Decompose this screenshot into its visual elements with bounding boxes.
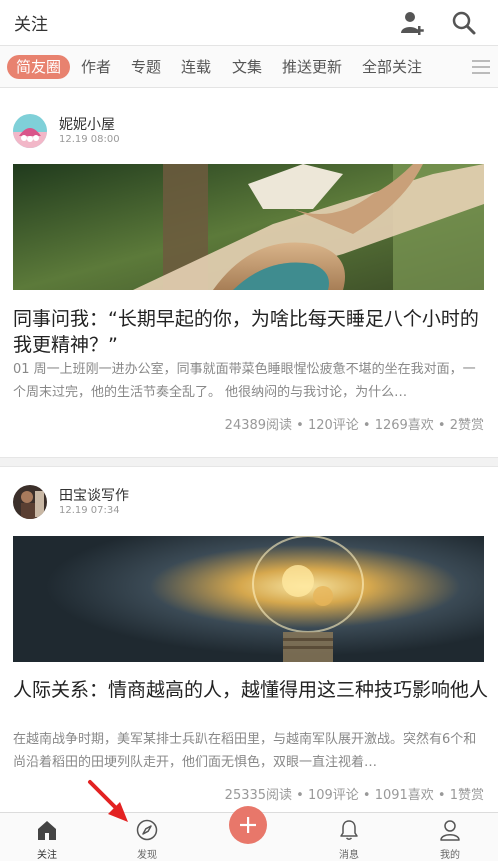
post-time: 12.19 08:00 — [59, 134, 120, 145]
avatar[interactable] — [13, 114, 47, 148]
nav-messages[interactable]: 消息 — [314, 813, 384, 861]
tab-push-updates[interactable]: 推送更新 — [282, 55, 342, 79]
tab-authors[interactable]: 作者 — [81, 55, 111, 79]
compass-icon — [136, 819, 158, 841]
home-icon — [38, 821, 56, 840]
page-title: 关注 — [14, 15, 48, 35]
annotation-arrow-icon — [88, 780, 128, 822]
write-button[interactable] — [229, 806, 267, 844]
card-divider — [0, 457, 498, 467]
nav-label: 关注 — [37, 850, 57, 861]
author-name[interactable]: 妮妮小屋 — [59, 114, 115, 134]
nav-label: 发现 — [137, 850, 157, 861]
feed-card[interactable]: 田宝谈写作 12.19 07:34 人际关系：情商越高的人，越懂得用这三种技巧影… — [0, 467, 498, 812]
search-icon — [452, 11, 476, 35]
nav-profile[interactable]: 我的 — [415, 813, 485, 861]
post-title[interactable]: 同事问我：“长期早起的你，为啥比每天睡足八个小时的我更精神？” — [13, 306, 488, 358]
nav-label: 我的 — [440, 850, 460, 861]
top-bar: 关注 — [0, 0, 498, 46]
feed-card[interactable]: 妮妮小屋 12.19 08:00 同事问我：“长期早起的你，为啥比每天睡足八个小… — [0, 89, 498, 457]
search-button[interactable] — [447, 6, 481, 40]
tab-all-following[interactable]: 全部关注 — [362, 55, 422, 79]
post-stats: 25335阅读 • 109评论 • 1091喜欢 • 1赞赏 — [224, 788, 484, 803]
post-time: 12.19 07:34 — [59, 505, 120, 516]
plus-icon — [240, 817, 256, 833]
person-icon — [440, 820, 460, 841]
bell-icon — [340, 820, 358, 840]
add-user-icon — [401, 12, 424, 35]
post-excerpt[interactable]: 在越南战争时期，美军某排士兵趴在稻田里，与越南军队展开激战。突然有6个和尚沿着稻… — [13, 728, 487, 774]
menu-icon[interactable] — [472, 59, 490, 75]
add-friend-button[interactable] — [396, 6, 430, 40]
post-title[interactable]: 人际关系：情商越高的人，越懂得用这三种技巧影响他人 — [13, 677, 488, 703]
nav-label: 消息 — [339, 850, 359, 861]
tab-friends-circle[interactable]: 简友圈 — [7, 55, 71, 79]
avatar[interactable] — [13, 485, 47, 519]
tab-topics[interactable]: 专题 — [131, 55, 161, 79]
cover-image[interactable] — [13, 536, 484, 662]
author-name[interactable]: 田宝谈写作 — [59, 485, 129, 505]
category-tabs: 简友圈 作者 专题 连载 文集 推送更新 全部关注 — [0, 46, 498, 88]
nav-following[interactable]: 关注 — [12, 813, 82, 861]
post-excerpt[interactable]: 01 周一上班刚一进办公室，同事就面带菜色睡眼惺忪疲惫不堪的坐在我对面，一个周末… — [13, 358, 487, 404]
post-stats: 24389阅读 • 120评论 • 1269喜欢 • 2赞赏 — [224, 418, 484, 433]
cover-image[interactable] — [13, 164, 484, 290]
tab-collections[interactable]: 文集 — [232, 55, 262, 79]
tab-serials[interactable]: 连载 — [181, 55, 211, 79]
